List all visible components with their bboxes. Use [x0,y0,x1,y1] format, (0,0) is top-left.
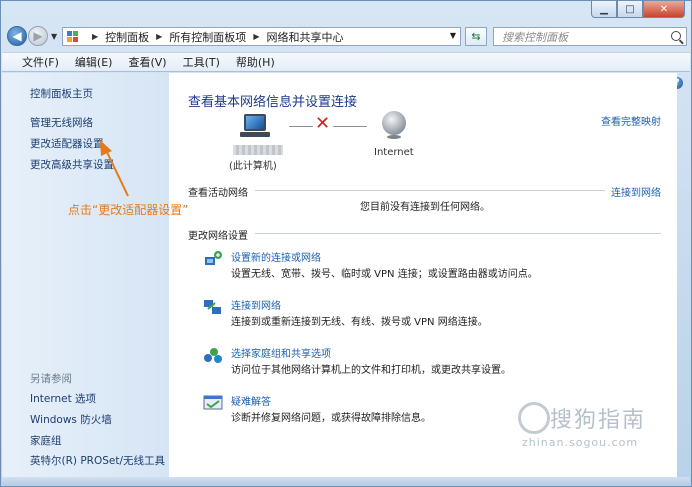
windows-firewall-link[interactable]: Windows 防火墙 [30,412,112,427]
globe-stand [387,135,401,139]
left-navigation-pane: 控制面板主页 管理无线网络 更改适配器设置 更改高级共享设置 另请参阅 Inte… [2,73,169,478]
task-new-connection: 设置新的连接或网络 设置无线、宽带、拨号、临时或 VPN 连接；或设置路由器或访… [203,249,663,283]
troubleshoot-desc: 诊断并修复网络问题，或获得故障排除信息。 [231,413,431,424]
connect-to-network-task-link[interactable]: 连接到网络 [231,297,281,312]
annotation-label: 点击“更改适配器设置” [68,203,189,217]
maximize-button[interactable]: □ [617,1,643,18]
page-title: 查看基本网络信息并设置连接 [188,95,358,110]
breadcrumb-separator-icon: ▶ [253,32,260,41]
navigation-bar: ◀ ▶ ▼ ▶ 控制面板 ▶ 所有控制面板项 ▶ 网络和共享中心 ▼ ⇆ 搜索控… [7,26,687,48]
change-adapter-settings-link[interactable]: 更改适配器设置 [30,136,104,151]
internet-globe-icon [382,111,406,135]
troubleshoot-icon [203,395,223,410]
internet-caption: Internet [374,147,414,158]
active-networks-heading: 查看活动网络 [188,188,248,199]
connection-line [333,126,367,127]
disconnected-x-icon: ✕ [315,113,331,134]
watermark-url: zhinan.sogou.com [522,436,639,449]
connect-network-icon [204,300,221,314]
menu-file[interactable]: 文件(F) [14,54,67,70]
window-bottom-border [2,477,690,485]
breadcrumb-control-panel[interactable]: 控制面板 [105,29,149,45]
search-placeholder: 搜索控制面板 [502,30,568,44]
menu-view[interactable]: 查看(V) [120,54,174,70]
new-connection-icon [205,251,222,265]
minimize-button[interactable]: ▁ [591,1,617,18]
computer-name-blurred [233,145,283,155]
computer-icon [240,114,270,138]
menu-help[interactable]: 帮助(H) [228,54,283,70]
change-advanced-sharing-link[interactable]: 更改高级共享设置 [30,157,114,172]
back-button[interactable]: ◀ [7,26,27,46]
watermark-text: 搜狗指南 [550,408,647,433]
address-dropdown-icon[interactable]: ▼ [450,31,456,40]
manage-wireless-link[interactable]: 管理无线网络 [30,115,93,130]
breadcrumb-all-items[interactable]: 所有控制面板项 [169,29,246,45]
no-network-text: 您目前没有连接到任何网络。 [360,202,490,213]
forward-button[interactable]: ▶ [28,26,48,46]
sogou-logo-icon [518,402,550,434]
computer-caption: (此计算机) [229,161,277,172]
task-homegroup: 选择家庭组和共享选项 访问位于其他网络计算机上的文件和打印机，或更改共享设置。 [203,345,663,379]
setup-new-connection-desc: 设置无线、宽带、拨号、临时或 VPN 连接；或设置路由器或访问点。 [231,269,538,280]
intel-proset-link[interactable]: 英特尔(R) PROSet/无线工具 [30,453,165,468]
address-bar[interactable]: ▶ 控制面板 ▶ 所有控制面板项 ▶ 网络和共享中心 ▼ [62,27,461,46]
control-panel-home-link[interactable]: 控制面板主页 [30,86,93,101]
recent-pages-dropdown-icon[interactable]: ▼ [51,32,57,41]
breadcrumb-separator-icon: ▶ [92,32,99,41]
search-input[interactable]: 搜索控制面板 [493,27,687,46]
task-connect-network: 连接到网络 连接到或重新连接到无线、有线、拨号或 VPN 网络连接。 [203,297,663,331]
connection-line [289,126,313,127]
view-full-map-link[interactable]: 查看完整映射 [601,113,661,128]
search-icon[interactable] [671,31,681,41]
breadcrumb-separator-icon: ▶ [156,32,163,41]
setup-new-connection-link[interactable]: 设置新的连接或网络 [231,249,321,264]
see-also-heading: 另请参阅 [30,373,72,385]
homegroup-icon [204,348,222,363]
homegroup-sharing-link[interactable]: 选择家庭组和共享选项 [231,345,331,360]
divider [255,233,661,234]
menu-tools[interactable]: 工具(T) [175,54,228,70]
connect-to-network-desc: 连接到或重新连接到无线、有线、拨号或 VPN 网络连接。 [231,317,488,328]
menu-bar: 文件(F) 编辑(E) 查看(V) 工具(T) 帮助(H) [2,52,690,72]
control-panel-icon [67,30,81,43]
menu-edit[interactable]: 编辑(E) [67,54,121,70]
homegroup-link[interactable]: 家庭组 [30,433,62,448]
change-settings-heading: 更改网络设置 [188,231,248,242]
internet-options-link[interactable]: Internet 选项 [30,391,96,406]
refresh-button[interactable]: ⇆ [465,27,487,46]
breadcrumb-network-center[interactable]: 网络和共享中心 [266,29,343,45]
network-map: (此计算机) ✕ Internet [229,111,429,172]
caption-buttons: ▁ □ ✕ [591,1,685,19]
troubleshoot-link[interactable]: 疑难解答 [231,393,271,408]
homegroup-sharing-desc: 访问位于其他网络计算机上的文件和打印机，或更改共享设置。 [231,365,511,376]
connect-to-network-link[interactable]: 连接到网络 [611,184,661,199]
close-button[interactable]: ✕ [643,1,685,18]
divider [255,190,605,191]
